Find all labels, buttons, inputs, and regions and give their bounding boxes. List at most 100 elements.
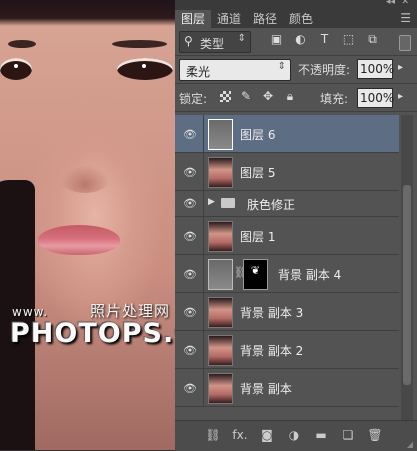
layer-row[interactable]: 👁︎ 图层 6 (175, 115, 399, 153)
layer-row[interactable]: 👁︎ 背景 副本 3 (175, 293, 399, 331)
layer-thumbnail (208, 297, 233, 328)
adjustment-filter-icon[interactable]: ◐ (293, 32, 308, 47)
fx-icon[interactable]: fx. (232, 427, 248, 443)
visibility-cell[interactable]: 👁︎ (175, 369, 204, 406)
lock-transparent-icon[interactable] (220, 91, 231, 102)
visibility-cell[interactable]: 👁︎ (175, 217, 204, 254)
link-icon[interactable]: ⛓︎ (205, 427, 221, 443)
updown-chevron-icon: ⇕ (237, 33, 246, 44)
layer-name: 背景 副本 (240, 382, 292, 396)
layer-name: 背景 副本 3 (240, 306, 304, 320)
hair-top (0, 0, 175, 26)
blend-mode-value: 柔光 (186, 65, 211, 79)
adjustment-icon[interactable]: ◑ (286, 427, 302, 443)
panel-title-strip: ◂◂ ✕ (175, 0, 417, 8)
layer-thumbnail (208, 157, 233, 188)
layer-name: 图层 6 (240, 128, 276, 142)
resize-grip-icon[interactable]: ◢ (407, 440, 413, 449)
visibility-cell[interactable]: 👁︎ (175, 191, 204, 216)
panel-bottom-toolbar: ⛓︎ fx. ◙ ◑ ▬ ❏ 🗑︎ ◢ (175, 420, 417, 451)
folder-icon (221, 198, 235, 208)
updown-chevron-icon: ⇕ (277, 61, 286, 72)
expand-arrow-icon[interactable]: ▶ (208, 197, 215, 207)
layer-thumbnail (208, 119, 233, 150)
folder-icon[interactable]: ▬ (313, 427, 329, 443)
layers-panel: ◂◂ ✕ 图层 通道 路径 颜色 ☰ ⚲ 类型 ⇕ ▣ ◐ T ⬚ ⧉ 柔光 ⇕… (175, 0, 417, 451)
lock-brush-icon[interactable]: ✎ (239, 89, 253, 103)
eye-icon[interactable]: 👁︎ (183, 268, 197, 281)
image-filter-icon[interactable]: ▣ (269, 32, 284, 47)
tab-color[interactable]: 颜色 (283, 10, 319, 28)
layer-name: 背景 副本 4 (278, 268, 342, 282)
watermark-www: www. (12, 305, 49, 319)
left-eye (0, 58, 32, 80)
lock-icons: ✎ ✥ 🔒︎ (220, 89, 297, 103)
panel-tabs: 图层 通道 路径 颜色 ☰ (175, 8, 417, 28)
watermark-site: PHOTOPS.COM (10, 318, 175, 349)
visibility-cell[interactable]: 👁︎ (175, 255, 204, 292)
photo-canvas: www. 照片处理网 PHOTOPS.COM (0, 0, 175, 450)
tab-layers[interactable]: 图层 (175, 10, 212, 28)
collapse-arrows-icon[interactable]: ◂◂ (386, 0, 395, 7)
layer-row[interactable]: 👁︎ 图层 1 (175, 217, 399, 255)
type-filter-icon[interactable]: T (317, 32, 332, 47)
eye-icon[interactable]: 👁︎ (183, 230, 197, 243)
opacity-arrow-icon[interactable]: ▸ (398, 62, 403, 73)
blend-mode-select[interactable]: 柔光 ⇕ (179, 59, 291, 81)
lock-label: 锁定: (179, 92, 208, 106)
blend-row: 柔光 ⇕ 不透明度: 100% ▸ (175, 56, 417, 84)
layer-list-scrollbar[interactable] (401, 115, 413, 420)
tab-channels[interactable]: 通道 (211, 10, 247, 28)
eye-icon[interactable]: 👁︎ (183, 306, 197, 319)
opacity-input[interactable]: 100% (357, 59, 394, 79)
tab-paths[interactable]: 路径 (247, 10, 283, 28)
new-layer-icon[interactable]: ❏ (340, 427, 356, 443)
lock-move-icon[interactable]: ✥ (261, 89, 275, 103)
search-icon: ⚲ (184, 34, 193, 48)
shape-filter-icon[interactable]: ⬚ (341, 32, 356, 47)
layer-mask-thumbnail[interactable]: ❦ (243, 259, 268, 290)
panel-menu-icon[interactable]: ☰ (400, 11, 411, 25)
filter-row: ⚲ 类型 ⇕ ▣ ◐ T ⬚ ⧉ (175, 28, 417, 56)
visibility-cell[interactable]: 👁︎ (175, 331, 204, 368)
fill-label: 填充: (320, 92, 349, 106)
filter-icons: ▣ ◐ T ⬚ ⧉ (269, 32, 380, 47)
layer-thumbnail (208, 335, 233, 366)
lock-row: 锁定: ✎ ✥ 🔒︎ 填充: 100% ▸ (175, 84, 417, 112)
layer-name: 图层 5 (240, 166, 276, 180)
layer-row[interactable]: 👁︎ ⛓︎ ❦ 背景 副本 4 (175, 255, 399, 293)
right-eye (117, 58, 173, 80)
lock-all-icon[interactable]: 🔒︎ (283, 89, 297, 103)
eye-icon[interactable]: 👁︎ (183, 128, 197, 141)
smart-object-filter-icon[interactable]: ⧉ (365, 32, 380, 47)
layer-thumbnail (208, 221, 233, 252)
layer-group-row[interactable]: 👁︎ ▶ 肤色修正 (175, 191, 399, 217)
fill-arrow-icon[interactable]: ▸ (398, 91, 403, 102)
layer-name: 背景 副本 2 (240, 344, 304, 358)
trash-icon[interactable]: 🗑︎ (367, 427, 383, 443)
layer-list: 👁︎ 图层 6 👁︎ 图层 5 👁︎ ▶ 肤色修正 👁︎ 图层 1 👁︎ ⛓︎ … (175, 115, 399, 420)
fill-input[interactable]: 100% (357, 88, 394, 108)
close-icon[interactable]: ✕ (401, 0, 409, 7)
visibility-cell[interactable]: 👁︎ (175, 293, 204, 330)
layer-row[interactable]: 👁︎ 图层 5 (175, 153, 399, 191)
layer-row[interactable]: 👁︎ 背景 副本 (175, 369, 399, 407)
layer-name: 肤色修正 (247, 198, 296, 212)
nose (60, 165, 110, 193)
eye-icon[interactable]: 👁︎ (183, 197, 197, 210)
mask-icon[interactable]: ◙ (259, 427, 275, 443)
filter-toggle[interactable] (399, 35, 411, 51)
layer-thumbnail (208, 373, 233, 404)
left-eyebrow (8, 40, 36, 48)
scrollbar-thumb[interactable] (403, 185, 411, 385)
lips (38, 225, 120, 255)
visibility-cell[interactable]: 👁︎ (175, 115, 204, 152)
eye-icon[interactable]: 👁︎ (183, 166, 197, 179)
visibility-cell[interactable]: 👁︎ (175, 153, 204, 190)
eye-icon[interactable]: 👁︎ (183, 382, 197, 395)
opacity-label: 不透明度: (298, 63, 351, 77)
layer-row[interactable]: 👁︎ 背景 副本 2 (175, 331, 399, 369)
layer-thumbnail (208, 259, 233, 290)
filter-kind-select[interactable]: ⚲ 类型 ⇕ (179, 31, 251, 53)
eye-icon[interactable]: 👁︎ (183, 344, 197, 357)
